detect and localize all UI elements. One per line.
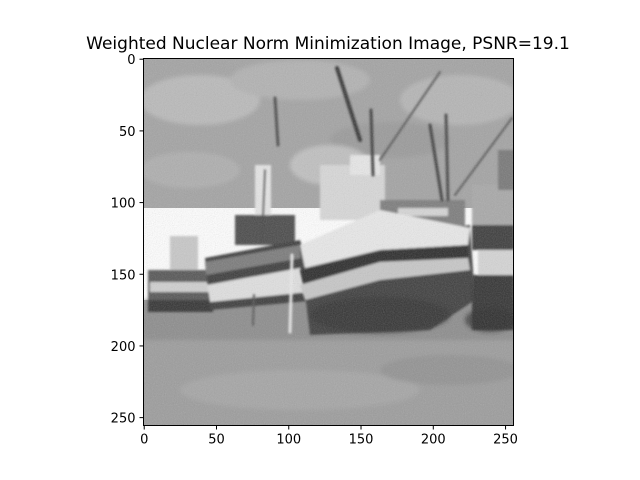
x-tick-label: 150 xyxy=(349,433,374,448)
x-tick-label: 250 xyxy=(493,433,518,448)
x-tick-label: 100 xyxy=(276,433,301,448)
figure-canvas: Weighted Nuclear Norm Minimization Image… xyxy=(86,34,570,448)
x-tick-label: 200 xyxy=(421,433,446,448)
y-tick-label: 0 xyxy=(127,53,135,68)
reconstructed-photo xyxy=(143,58,514,426)
y-tick-label: 50 xyxy=(119,125,136,140)
figure-title: Weighted Nuclear Norm Minimization Image… xyxy=(86,34,570,54)
y-tick-label: 200 xyxy=(111,340,136,355)
y-tick-label: 150 xyxy=(111,268,136,283)
y-tick-label: 100 xyxy=(111,197,136,212)
x-tick-label: 0 xyxy=(140,433,148,448)
y-tick-label: 250 xyxy=(111,412,136,427)
x-axis: 0 50 100 150 200 250 xyxy=(140,425,518,448)
x-tick-label: 50 xyxy=(208,433,225,448)
y-axis: 0 50 100 150 200 250 xyxy=(111,53,144,427)
